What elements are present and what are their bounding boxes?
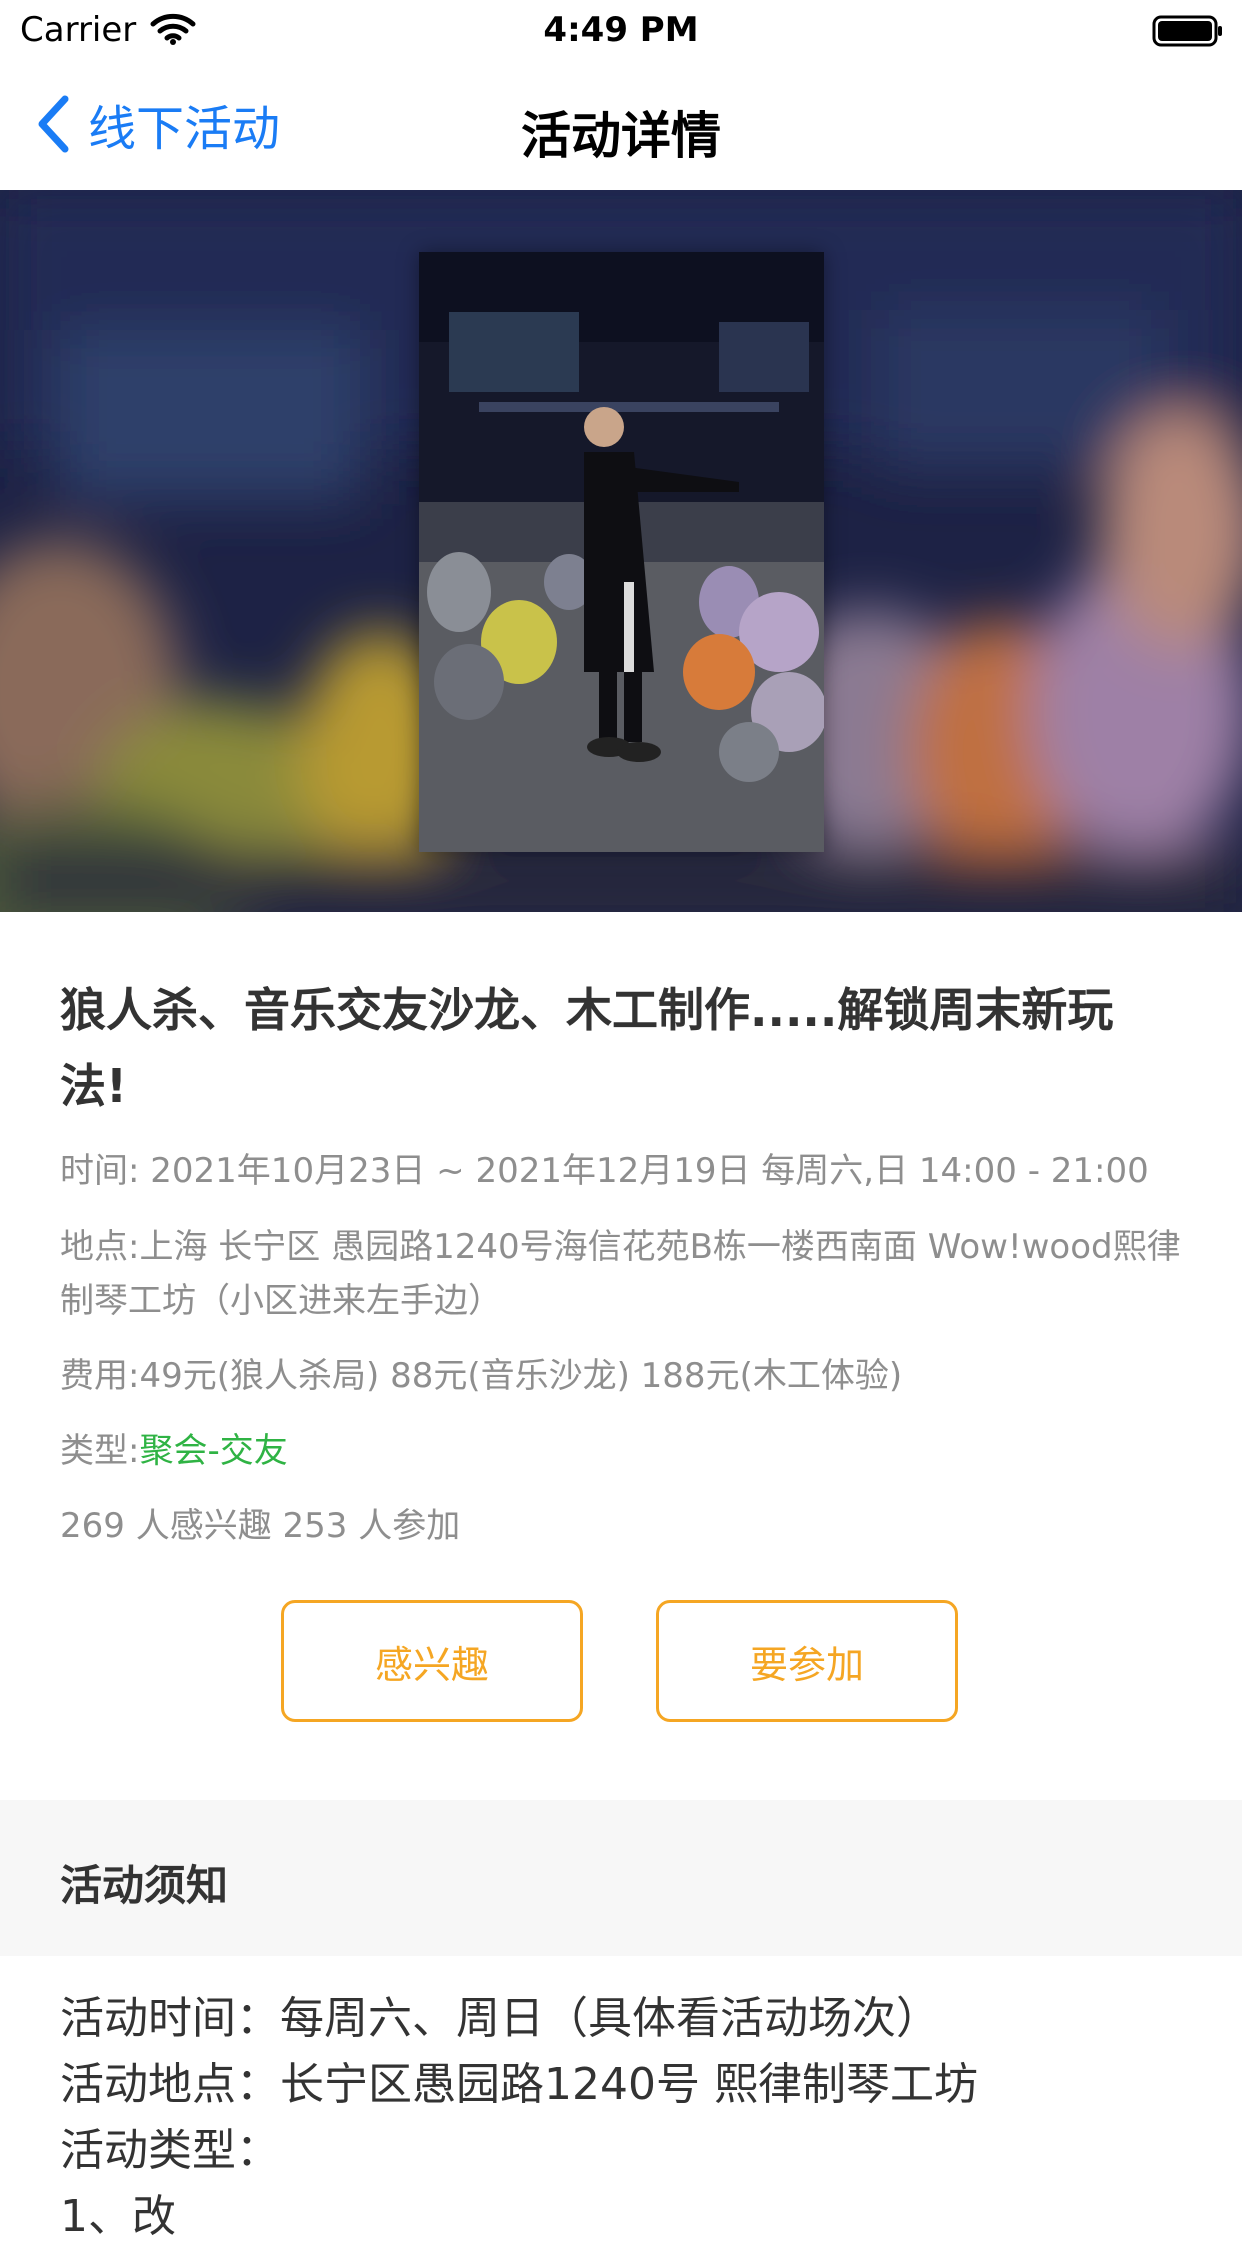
event-photo[interactable] <box>419 252 824 852</box>
clock: 4:49 PM <box>543 10 699 50</box>
notice-section-header: 活动须知 <box>0 1800 1242 1956</box>
notice-heading: 活动须知 <box>60 1861 229 1910</box>
event-type-row: 类型:聚会-交友 <box>60 1424 1190 1478</box>
type-value[interactable]: 聚会-交友 <box>139 1431 287 1471</box>
notice-line: 活动时间：每周六、周日（具体看活动场次） <box>60 1993 940 2044</box>
event-cover-banner <box>0 190 1242 912</box>
notice-line: 活动地点：长宁区愚园路1240号 熙律制琴工坊 <box>60 2059 978 2110</box>
notice-content: 活动时间：每周六、周日（具体看活动场次） 活动地点：长宁区愚园路1240号 熙律… <box>60 1986 1190 2250</box>
event-stats: 269 人感兴趣 253 人参加 <box>60 1506 461 1546</box>
event-time-row: 时间: 2021年10月23日 ~ 2021年12月19日 每周六,日 14:0… <box>60 1144 1190 1198</box>
notice-line: 活动类型： <box>60 2125 280 2176</box>
event-fee-row: 费用:49元(狼人杀局) 88元(音乐沙龙) 188元(木工体验) <box>60 1349 1190 1403</box>
page-title: 活动详情 <box>521 107 721 165</box>
interested-button[interactable]: 感兴趣 <box>281 1600 583 1722</box>
location-label: 地点: <box>60 1227 140 1267</box>
notice-line: 1、改 <box>60 2191 176 2242</box>
time-value: 2021年10月23日 ~ 2021年12月19日 每周六,日 14:00 - … <box>150 1151 1149 1191</box>
event-title: 狼人杀、音乐交友沙龙、木工制作.....解锁周末新玩法! <box>60 983 1114 1113</box>
time-label: 时间: <box>60 1151 140 1191</box>
status-bar: Carrier 4:49 PM <box>0 0 1242 62</box>
event-location-row: 地点:上海 长宁区 愚园路1240号海信花苑B栋一楼西南面 Wow!wood熙律… <box>60 1220 1190 1328</box>
navigation-bar: 线下活动 活动详情 <box>0 62 1242 191</box>
fee-label: 费用: <box>60 1356 140 1396</box>
location-value: 上海 长宁区 愚园路1240号海信花苑B栋一楼西南面 Wow!wood熙律制琴工… <box>60 1227 1181 1321</box>
type-label: 类型: <box>60 1431 140 1471</box>
battery-icon <box>1152 14 1224 52</box>
join-button[interactable]: 要参加 <box>656 1600 958 1722</box>
fee-value: 49元(狼人杀局) 88元(音乐沙龙) 188元(木工体验) <box>139 1356 903 1396</box>
